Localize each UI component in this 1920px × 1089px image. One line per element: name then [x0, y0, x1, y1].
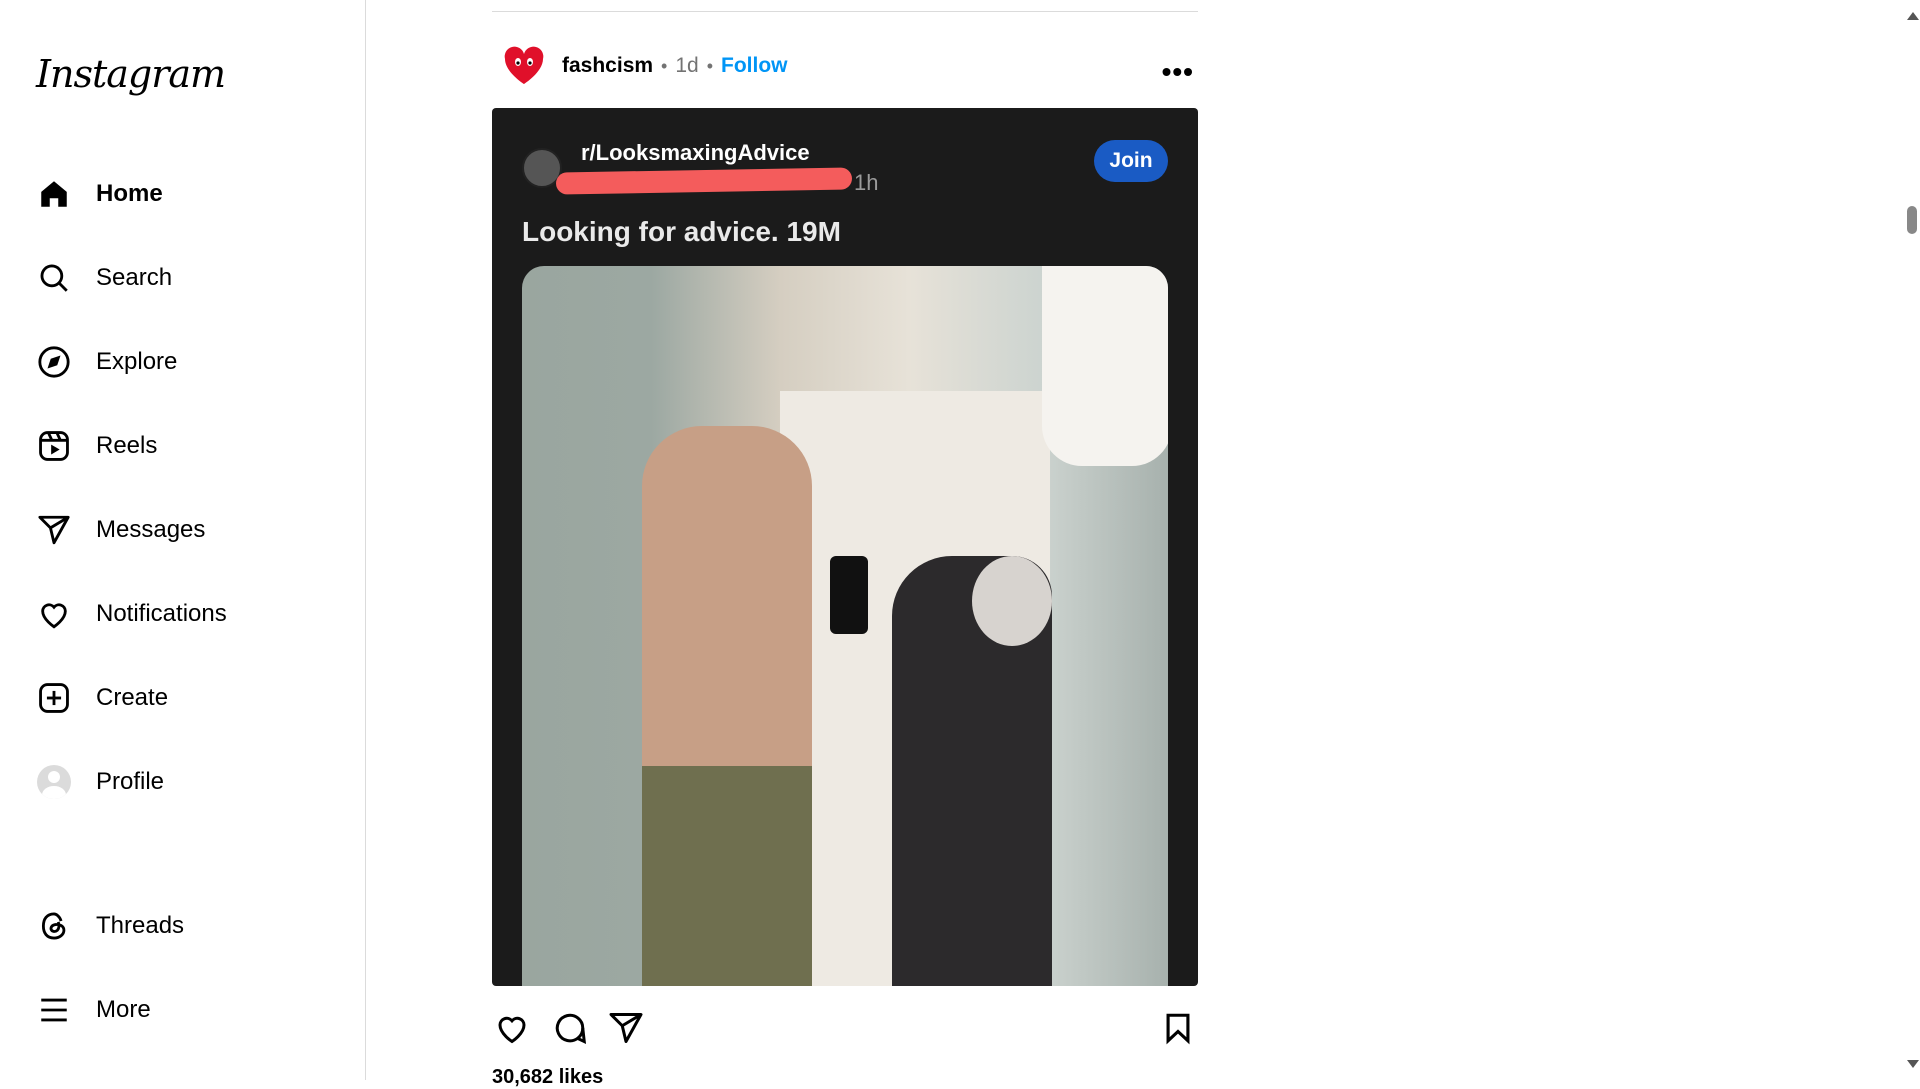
sidebar-item-label: Explore	[96, 348, 178, 375]
sidebar-item-label: Profile	[96, 768, 165, 795]
scroll-down-arrow-icon[interactable]	[1907, 1060, 1919, 1068]
separator-dot: •	[661, 55, 668, 76]
subreddit-name: r/LooksmaxingAdvice	[581, 140, 810, 165]
heart-logo-icon	[504, 46, 544, 84]
sidebar-item-label: Notifications	[96, 600, 227, 627]
post-actions	[492, 1008, 1198, 1048]
sidebar-item-explore[interactable]: Explore	[24, 330, 344, 394]
divider	[492, 11, 1198, 12]
scrollbar[interactable]	[1904, 0, 1920, 1080]
sidebar-item-label: Reels	[96, 432, 158, 459]
sidebar-item-threads[interactable]: Threads	[24, 894, 344, 958]
separator-dot: •	[706, 55, 714, 76]
sidebar: Instagram Home Search Explore Reels Mess…	[0, 0, 366, 1080]
scroll-up-arrow-icon[interactable]	[1907, 12, 1919, 20]
heart-icon	[498, 1016, 526, 1044]
likes-count[interactable]: 30,682 likes	[492, 1066, 603, 1089]
sidebar-item-home[interactable]: Home	[24, 162, 344, 226]
sidebar-item-label: Threads	[96, 912, 185, 939]
post-time[interactable]: 1d	[675, 54, 698, 78]
plus-square-icon	[36, 680, 72, 716]
comment-button[interactable]	[550, 1008, 590, 1048]
avatar-icon	[36, 764, 72, 800]
sidebar-item-more[interactable]: More	[24, 978, 344, 1042]
sidebar-item-reels[interactable]: Reels	[24, 414, 344, 478]
post-header: fashcism • 1d • Follow •••	[492, 40, 1198, 92]
share-button[interactable]	[606, 1008, 646, 1048]
embed-title: Looking for advice. 19M	[522, 216, 841, 247]
home-icon	[36, 176, 72, 212]
embed-time: 1h	[854, 170, 879, 195]
sidebar-item-notifications[interactable]: Notifications	[24, 582, 344, 646]
save-button[interactable]	[1158, 1008, 1198, 1048]
more-options-button[interactable]: •••	[1162, 56, 1194, 88]
compass-icon	[36, 344, 72, 380]
post-username[interactable]: fashcism	[562, 54, 653, 78]
sidebar-item-messages[interactable]: Messages	[24, 498, 344, 562]
scroll-thumb[interactable]	[1907, 206, 1917, 234]
menu-icon	[36, 992, 72, 1028]
sidebar-item-search[interactable]: Search	[24, 246, 344, 310]
sidebar-item-label: Search	[96, 264, 173, 291]
post-media[interactable]: r/LooksmaxingAdvice 1h Join Looking for …	[492, 108, 1198, 986]
redaction-mark	[555, 167, 853, 195]
heart-icon	[36, 596, 72, 632]
follow-button[interactable]: Follow	[721, 54, 788, 78]
instagram-logo[interactable]: Instagram	[36, 52, 226, 96]
sidebar-item-create[interactable]: Create	[24, 666, 344, 730]
like-button[interactable]	[492, 1008, 532, 1048]
sidebar-item-label: Home	[96, 180, 163, 207]
sidebar-item-label: Create	[96, 684, 169, 711]
post-avatar[interactable]	[500, 42, 548, 90]
sidebar-item-label: More	[96, 996, 151, 1023]
bookmark-icon	[1166, 1013, 1190, 1045]
reels-icon	[36, 428, 72, 464]
sidebar-item-label: Messages	[96, 516, 206, 543]
send-icon	[609, 1013, 643, 1043]
sidebar-item-profile[interactable]: Profile	[24, 750, 344, 814]
join-button: Join	[1094, 140, 1168, 182]
send-icon	[36, 512, 72, 548]
post-photo	[522, 266, 1168, 986]
comment-icon	[555, 1013, 587, 1044]
threads-icon	[36, 908, 72, 944]
search-icon	[36, 260, 72, 296]
feed: fashcism • 1d • Follow ••• r/Looksmaxing…	[492, 0, 1198, 1088]
